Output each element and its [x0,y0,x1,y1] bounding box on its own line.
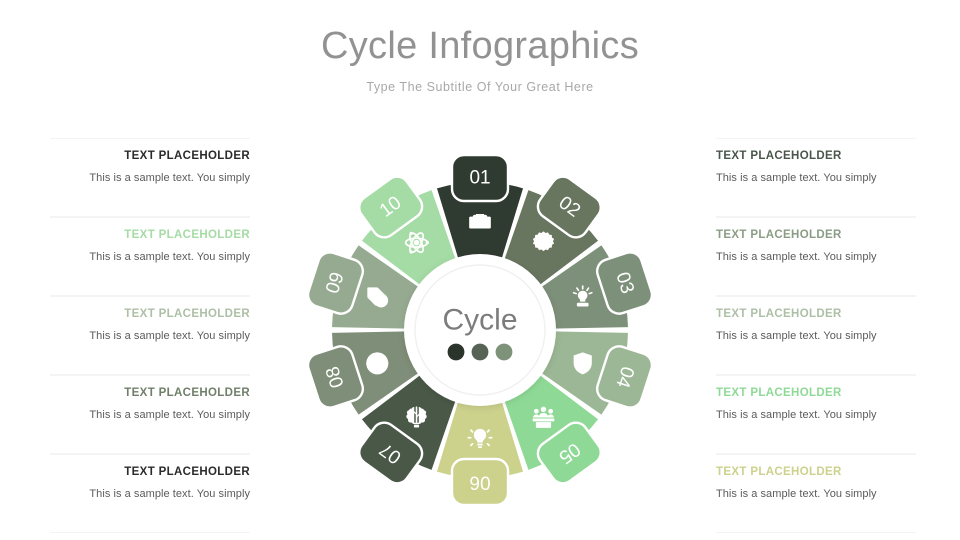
list-item[interactable]: TEXT PLACEHOLDER This is a sample text. … [50,296,250,375]
cycle-wheel-svg: Cycle 01020304050607080910 [306,153,654,507]
block-description: This is a sample text. You simply [89,487,250,500]
hub-dot [495,343,513,361]
block-description: This is a sample text. You simply [89,408,250,421]
badge-number: 01 [469,168,490,189]
clock-icon [365,351,390,376]
block-description: This is a sample text. You simply [89,171,250,184]
list-item[interactable]: TEXT PLACEHOLDER This is a sample text. … [716,454,916,533]
right-text-column: TEXT PLACEHOLDER This is a sample text. … [716,138,916,533]
block-title: TEXT PLACEHOLDER [716,387,842,399]
list-item[interactable]: TEXT PLACEHOLDER This is a sample text. … [50,375,250,454]
list-item[interactable]: TEXT PLACEHOLDER This is a sample text. … [716,375,916,454]
header: Cycle Infographics Type The Subtitle Of … [0,0,960,94]
block-title: TEXT PLACEHOLDER [716,466,842,478]
block-description: This is a sample text. You simply [716,329,877,342]
list-item[interactable]: TEXT PLACEHOLDER This is a sample text. … [716,296,916,375]
list-item[interactable]: TEXT PLACEHOLDER This is a sample text. … [50,454,250,533]
wheel-hub: Cycle [404,254,556,406]
hub-dot [471,343,489,361]
list-item[interactable]: TEXT PLACEHOLDER This is a sample text. … [716,138,916,217]
block-description: This is a sample text. You simply [716,250,877,263]
hub-dots [447,343,513,361]
block-title: TEXT PLACEHOLDER [716,229,842,241]
segment-badge-01[interactable]: 01 [450,153,510,203]
list-item[interactable]: TEXT PLACEHOLDER This is a sample text. … [50,217,250,296]
list-item[interactable]: TEXT PLACEHOLDER This is a sample text. … [50,138,250,217]
block-title: TEXT PLACEHOLDER [124,308,250,320]
list-item[interactable]: TEXT PLACEHOLDER This is a sample text. … [716,217,916,296]
page-subtitle: Type The Subtitle Of Your Great Here [366,79,594,94]
cycle-wheel-chart: Cycle 01 02 03 04 05 06 07 08 09 10 [280,130,680,530]
block-title: TEXT PLACEHOLDER [124,229,250,241]
block-title: TEXT PLACEHOLDER [716,150,842,162]
block-description: This is a sample text. You simply [89,250,250,263]
hub-label: Cycle [442,304,517,337]
block-description: This is a sample text. You simply [716,487,877,500]
block-title: TEXT PLACEHOLDER [716,308,842,320]
page-title: Cycle Infographics [321,25,639,67]
segment-badge-06[interactable]: 06 [450,457,510,507]
badge-number: 06 [469,472,490,493]
block-title: TEXT PLACEHOLDER [124,387,250,399]
block-description: This is a sample text. You simply [89,329,250,342]
block-title: TEXT PLACEHOLDER [124,150,250,162]
block-title: TEXT PLACEHOLDER [124,466,250,478]
block-description: This is a sample text. You simply [716,408,877,421]
left-text-column: TEXT PLACEHOLDER This is a sample text. … [50,138,250,533]
hub-dot [447,343,465,361]
block-description: This is a sample text. You simply [716,171,877,184]
